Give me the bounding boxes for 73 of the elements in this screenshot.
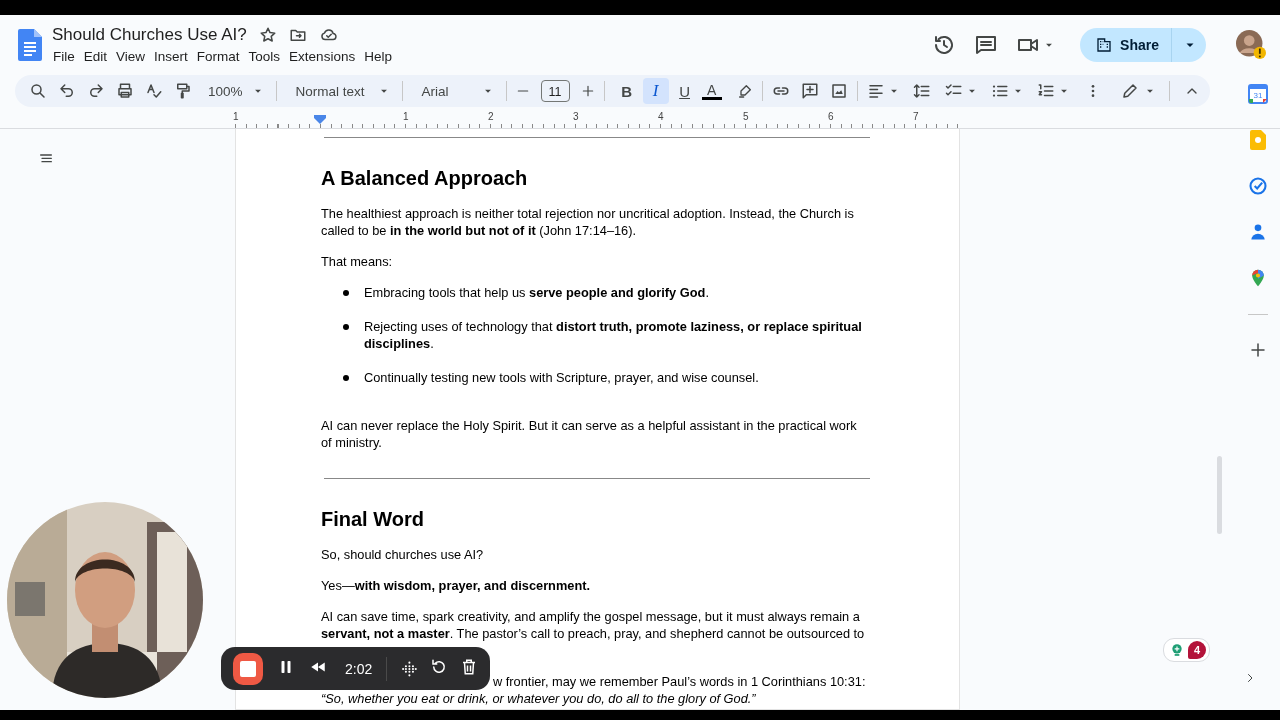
undo-icon[interactable] [58, 82, 76, 100]
paragraph: Yes—with wisdom, prayer, and discernment. [321, 577, 592, 594]
ruler-number: 1 [402, 111, 410, 122]
menu-item[interactable]: Edit [82, 48, 116, 65]
pencil-icon[interactable] [1121, 82, 1139, 100]
ruler-number: 4 [657, 111, 665, 122]
paragraph: w frontier, may we remember Paul’s words in 1 Corinthians 10:31: [492, 673, 867, 690]
building-icon [1096, 37, 1113, 53]
font-size-field[interactable]: 11 [540, 80, 570, 102]
section-heading: Final Word [321, 507, 425, 531]
paragraph: AI can never replace the Holy Spirit. But it can serve as a helpful assistant in the practical work of ministry. [321, 417, 858, 451]
ruler-number: 6 [827, 111, 835, 122]
paint-format-icon[interactable] [174, 82, 192, 100]
spellcheck-icon[interactable] [145, 82, 163, 100]
highlighter-icon[interactable] [736, 83, 753, 99]
paragraph: The healthiest approach is neither total rejection nor uncritical adoption. Instead, the Church is called to be in the world but not of it (John 17:14–16). [321, 205, 855, 239]
menu-item[interactable]: Format [195, 48, 248, 65]
format-button[interactable]: B [613, 78, 640, 104]
style-dropdown[interactable]: Normal text [291, 83, 393, 99]
bullet-text: Embracing tools that help us serve people and glorify God. [364, 284, 709, 301]
plus-icon[interactable] [1248, 341, 1267, 359]
text-color-button[interactable]: A [700, 82, 723, 100]
font-dropdown[interactable]: Arial [417, 83, 497, 99]
ruler-number: 7 [912, 111, 920, 122]
paragraph: AI can save time, spark creativity, and amplify the gospel message, but it must always remain a servant, not a master. The pastor’s call to preach, pray, and shepherd cannot be outsourced to [321, 608, 866, 642]
document-page[interactable] [235, 129, 960, 710]
ruler-number: 1 [232, 111, 240, 122]
image-icon[interactable] [829, 82, 848, 100]
redo-icon[interactable] [87, 82, 105, 100]
document-title[interactable]: Should Churches Use AI? [52, 25, 247, 45]
menu-item[interactable]: Help [363, 48, 400, 65]
align-left-icon[interactable] [866, 82, 885, 100]
ruler-number: 5 [742, 111, 750, 122]
docs-logo-icon[interactable] [18, 29, 42, 61]
scrollbar[interactable] [1217, 456, 1222, 534]
lightbulb-icon [1170, 642, 1184, 658]
zoom-dropdown[interactable]: 100% [204, 83, 267, 99]
tasks-icon[interactable] [1247, 176, 1268, 196]
calendar-icon[interactable]: 31 [1247, 84, 1268, 104]
format-button[interactable]: I [642, 78, 669, 104]
bullet-icon [343, 290, 349, 296]
dots-grid-icon[interactable] [401, 659, 418, 678]
indent-marker-icon[interactable] [314, 115, 326, 124]
comment-badge[interactable]: 4 [1163, 638, 1210, 662]
bullet-icon [343, 375, 349, 381]
stop-button[interactable] [233, 652, 263, 685]
bullet-icon [343, 324, 349, 330]
ruler-number: 3 [572, 111, 580, 122]
menu-item[interactable]: Tools [247, 48, 289, 65]
paragraph: So, should churches use AI? [321, 546, 485, 563]
ruler-number: 2 [487, 111, 495, 122]
search-icon[interactable] [29, 82, 47, 100]
bullet-text: Continually testing new tools with Scripture, prayer, and wise counsel. [364, 369, 759, 386]
comments-icon[interactable] [974, 33, 999, 57]
paragraph: That means: [321, 253, 394, 270]
menu-item[interactable]: View [115, 48, 154, 65]
line-spacing-icon[interactable] [912, 82, 931, 100]
section-heading: A Balanced Approach [321, 166, 529, 190]
recording-time: 2:02 [344, 660, 373, 677]
format-button[interactable]: U [671, 78, 698, 104]
restart-icon[interactable] [430, 657, 448, 676]
menu-item[interactable]: Insert [153, 48, 196, 65]
share-button[interactable]: Share [1080, 28, 1206, 62]
star-icon[interactable] [258, 26, 277, 44]
trash-icon[interactable] [460, 657, 478, 676]
quote-text: “So, whether you eat or drink, or whatever you do, do all to the glory of God.” [321, 690, 757, 707]
add-comment-icon[interactable] [800, 82, 819, 100]
menu-item[interactable]: File [52, 48, 83, 65]
plus-icon[interactable] [580, 84, 595, 98]
menu-item[interactable]: Extensions [288, 48, 364, 65]
print-icon[interactable] [116, 82, 134, 100]
avatar[interactable] [1236, 30, 1266, 60]
bullet-text: Rejecting uses of technology that distort truth, promote laziness, or replace spiritual disciplines. [364, 318, 863, 352]
